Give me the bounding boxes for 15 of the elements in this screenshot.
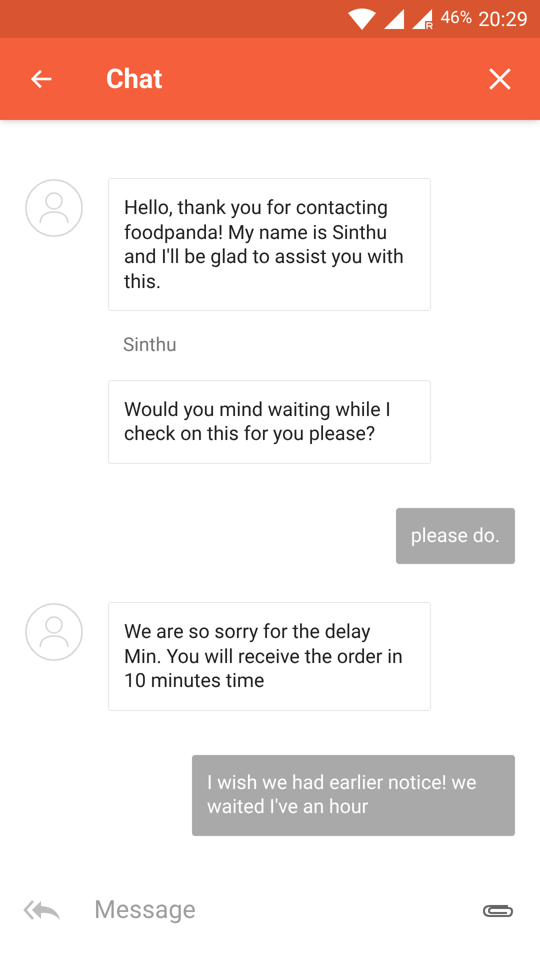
roaming-signal-icon (410, 8, 433, 30)
close-icon (487, 66, 513, 92)
battery-level: 46% (440, 7, 472, 30)
reply-all-icon (23, 899, 61, 921)
message-bubble: I wish we had earlier notice! we waited I've an hour (192, 754, 515, 836)
message-bubble: We are so sorry for the delay Min. You will receive the order in 10 minutes time (108, 602, 431, 710)
message-bubble: Would you mind waiting while I check on this for you please? (108, 380, 431, 464)
clock: 20:29 (478, 6, 528, 33)
signal-icon (382, 8, 405, 30)
message-field[interactable]: Message (94, 890, 478, 930)
sender-name: Sinthu (123, 333, 177, 356)
screen-title: Chat (106, 62, 162, 97)
message-bubble: Hello, thank you for contacting foodpanda! My name is Sinthu and I'll be glad to assist you with this. (108, 178, 431, 311)
message-bubble: please do. (396, 508, 515, 564)
wifi-icon (346, 8, 377, 30)
